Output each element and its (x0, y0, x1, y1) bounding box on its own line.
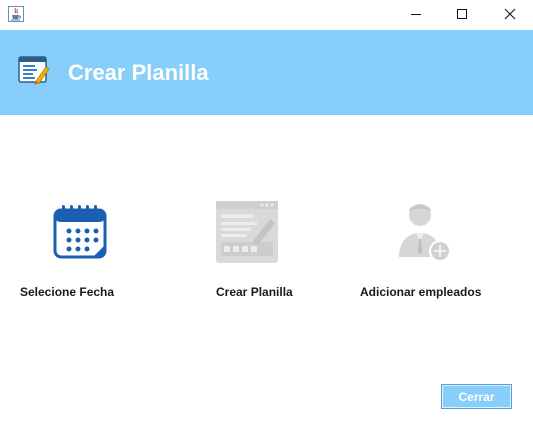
close-button[interactable]: Cerrar (441, 384, 512, 409)
maximize-button[interactable] (439, 0, 485, 28)
add-employees-tile[interactable]: Adicionar empleados (358, 195, 508, 305)
page-title: Crear Planilla (68, 60, 209, 85)
create-payroll-tile[interactable]: Crear Planilla (214, 195, 334, 305)
minimize-icon (411, 14, 421, 15)
add-employee-icon (396, 199, 458, 265)
select-date-tile[interactable]: Selecione Fecha (20, 195, 140, 305)
java-cup-icon (8, 6, 24, 22)
window-titlebar (0, 0, 533, 28)
create-payroll-label: Crear Planilla (216, 285, 293, 299)
select-date-label: Selecione Fecha (20, 285, 115, 299)
spreadsheet-edit-icon (17, 54, 51, 88)
header-banner: Crear Planilla (0, 30, 533, 115)
close-icon (504, 8, 516, 20)
close-window-button[interactable] (487, 0, 533, 28)
browser-document-icon (214, 199, 280, 265)
calendar-icon (53, 203, 109, 259)
maximize-icon (457, 9, 467, 19)
minimize-button[interactable] (393, 0, 439, 28)
add-employees-label: Adicionar empleados (360, 285, 482, 299)
